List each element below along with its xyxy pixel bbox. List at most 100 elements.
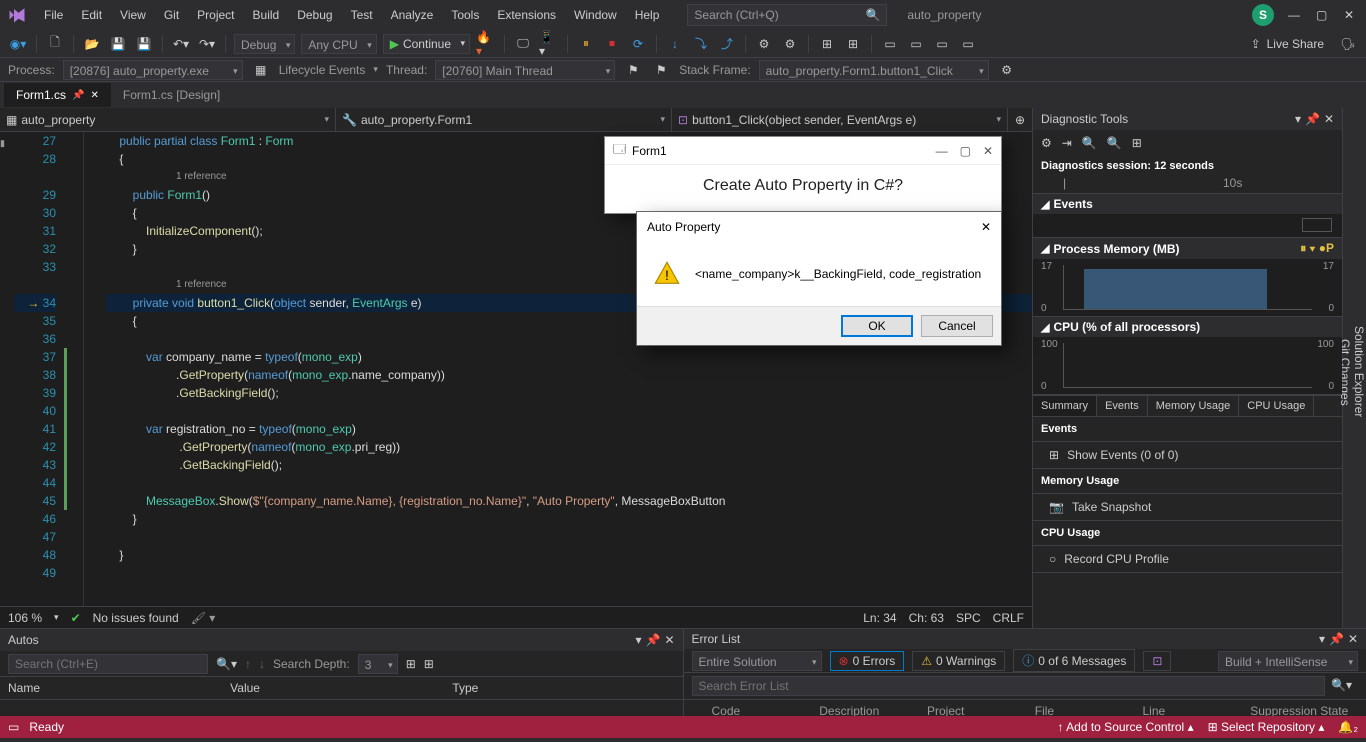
nav-class[interactable]: 🔧auto_property.Form1 xyxy=(336,108,672,131)
menu-debug[interactable]: Debug xyxy=(289,4,340,26)
tool-icon[interactable]: ⚙ xyxy=(754,34,774,54)
tool-icon[interactable]: ⊞ xyxy=(424,657,434,671)
platform-dropdown[interactable]: Any CPU xyxy=(301,34,376,54)
flag-icon[interactable]: ⚑ xyxy=(623,60,643,80)
app-icon[interactable]: 📱▾ xyxy=(539,34,559,54)
close-icon[interactable]: ✕ xyxy=(90,90,98,101)
lifecycle-icon[interactable]: ▦ xyxy=(251,60,271,80)
hot-reload-icon[interactable]: 🔥▾ xyxy=(476,34,496,54)
stop-icon[interactable]: ⏹ xyxy=(602,34,622,54)
dropdown-icon[interactable]: ▾ xyxy=(1295,112,1301,126)
tool-icon[interactable]: ▭ xyxy=(880,34,900,54)
zoom-in-icon[interactable]: 🔍 xyxy=(1082,136,1097,150)
build-dropdown[interactable]: Build + IntelliSense xyxy=(1218,651,1358,671)
pin-icon[interactable]: 📌 xyxy=(1329,632,1344,646)
scope-dropdown[interactable]: Entire Solution xyxy=(692,651,822,671)
pin-icon[interactable]: 📌 xyxy=(72,90,84,101)
code-filter[interactable]: ⊡ xyxy=(1143,651,1171,671)
messages-filter[interactable]: ⓘ0 of 6 Messages xyxy=(1013,649,1135,672)
take-snapshot-link[interactable]: 📷Take Snapshot xyxy=(1033,494,1342,521)
pin-icon[interactable]: 📌 xyxy=(645,633,660,647)
browser-link-icon[interactable]: 🖵 xyxy=(513,34,533,54)
nav-project[interactable]: ▦auto_property xyxy=(0,108,336,131)
ok-button[interactable]: OK xyxy=(841,315,913,337)
stackframe-dropdown[interactable]: auto_property.Form1.button1_Click xyxy=(759,60,989,80)
user-avatar[interactable]: S xyxy=(1252,4,1274,26)
menu-view[interactable]: View xyxy=(112,4,154,26)
menu-file[interactable]: File xyxy=(36,4,71,26)
config-dropdown[interactable]: Debug xyxy=(234,34,295,54)
down-icon[interactable]: ↓ xyxy=(259,657,265,671)
depth-dropdown[interactable]: 3 xyxy=(358,654,398,674)
diag-tab-events[interactable]: Events xyxy=(1097,396,1148,416)
dropdown-icon[interactable]: ▾ xyxy=(1319,632,1325,646)
menu-tools[interactable]: Tools xyxy=(443,4,487,26)
nav-member[interactable]: ⊡button1_Click(object sender, EventArgs … xyxy=(672,108,1008,131)
menu-extensions[interactable]: Extensions xyxy=(489,4,564,26)
undo-icon[interactable]: ↶▾ xyxy=(171,34,191,54)
menu-help[interactable]: Help xyxy=(627,4,668,26)
pause-icon[interactable]: ⏸ xyxy=(576,34,596,54)
close-icon[interactable]: ✕ xyxy=(983,144,993,158)
diag-tab-summary[interactable]: Summary xyxy=(1033,396,1097,416)
reset-icon[interactable]: ⊞ xyxy=(1132,136,1142,150)
split-icon[interactable]: ⊕ xyxy=(1008,108,1032,131)
memory-header[interactable]: ◢ Process Memory (MB)⏸ ▾ ●P xyxy=(1033,238,1342,259)
feedback-icon[interactable]: 🗣 xyxy=(1338,34,1358,54)
menu-window[interactable]: Window xyxy=(566,4,625,26)
search-icon[interactable]: 🔍▾ xyxy=(1325,676,1358,696)
dropdown-icon[interactable]: ▾ xyxy=(635,633,641,647)
autos-search[interactable] xyxy=(8,654,208,674)
flag-icon[interactable]: ⚑ xyxy=(651,60,671,80)
pin-icon[interactable]: 📌 xyxy=(1305,112,1320,126)
close-icon[interactable]: ✕ xyxy=(1344,8,1358,22)
global-search[interactable]: Search (Ctrl+Q) 🔍 xyxy=(687,4,887,26)
open-icon[interactable]: 📂 xyxy=(82,34,102,54)
step-out-icon[interactable]: ⤴ xyxy=(717,34,737,54)
menu-test[interactable]: Test xyxy=(343,4,381,26)
tool-icon[interactable]: ⚙ xyxy=(997,60,1017,80)
close-icon[interactable]: ✕ xyxy=(1324,112,1334,126)
events-header[interactable]: ◢ Events xyxy=(1033,194,1342,214)
save-all-icon[interactable]: 💾 xyxy=(134,34,154,54)
thread-dropdown[interactable]: [20760] Main Thread xyxy=(435,60,615,80)
diag-tab-memory-usage[interactable]: Memory Usage xyxy=(1148,396,1240,416)
select-repository[interactable]: ⊞ Select Repository ▴ xyxy=(1208,720,1325,734)
live-share[interactable]: ⇪ Live Share 🗣 xyxy=(1251,34,1358,54)
minimize-icon[interactable]: — xyxy=(1288,8,1302,22)
menu-project[interactable]: Project xyxy=(189,4,242,26)
tool-icon[interactable]: ▭ xyxy=(958,34,978,54)
document-tab[interactable]: Form1.cs📌✕ xyxy=(4,83,111,107)
tool-icon[interactable]: ▭ xyxy=(932,34,952,54)
nav-back-icon[interactable]: ◉▾ xyxy=(8,34,28,54)
menu-git[interactable]: Git xyxy=(156,4,187,26)
tool-icon[interactable]: ⊞ xyxy=(843,34,863,54)
errors-filter[interactable]: ⊗0 Errors xyxy=(830,651,905,671)
warnings-filter[interactable]: ⚠0 Warnings xyxy=(912,651,1005,671)
menu-analyze[interactable]: Analyze xyxy=(383,4,442,26)
minimize-icon[interactable]: — xyxy=(936,144,948,158)
search-icon[interactable]: 🔍▾ xyxy=(216,657,237,671)
add-to-source-control[interactable]: ↑ Add to Source Control ▴ xyxy=(1057,720,1193,734)
record-cpu-link[interactable]: ○Record CPU Profile xyxy=(1033,546,1342,573)
close-icon[interactable]: ✕ xyxy=(1348,632,1358,646)
up-icon[interactable]: ↑ xyxy=(245,657,251,671)
maximize-icon[interactable]: ▢ xyxy=(960,144,971,158)
process-dropdown[interactable]: [20876] auto_property.exe xyxy=(63,60,243,80)
diag-tab-cpu-usage[interactable]: CPU Usage xyxy=(1239,396,1314,416)
tool-icon[interactable]: ⊞ xyxy=(406,657,416,671)
tool-icon[interactable]: ▭ xyxy=(906,34,926,54)
nav-icon[interactable]: ⇥ xyxy=(1062,136,1072,150)
cancel-button[interactable]: Cancel xyxy=(921,315,993,337)
redo-icon[interactable]: ↷▾ xyxy=(197,34,217,54)
error-search[interactable] xyxy=(692,676,1326,696)
tool-icon[interactable]: ⊞ xyxy=(817,34,837,54)
menu-build[interactable]: Build xyxy=(245,4,288,26)
zoom-level[interactable]: 106 % xyxy=(8,611,42,625)
notifications-icon[interactable]: 🔔₂ xyxy=(1338,720,1358,734)
zoom-out-icon[interactable]: 🔍 xyxy=(1107,136,1122,150)
brush-icon[interactable]: 🖌 ▾ xyxy=(191,611,216,625)
cpu-header[interactable]: ◢ CPU (% of all processors) xyxy=(1033,317,1342,337)
solution-explorer-tab[interactable]: Solution Explorer xyxy=(1352,116,1366,628)
new-item-icon[interactable]: 🗋 xyxy=(45,34,65,54)
